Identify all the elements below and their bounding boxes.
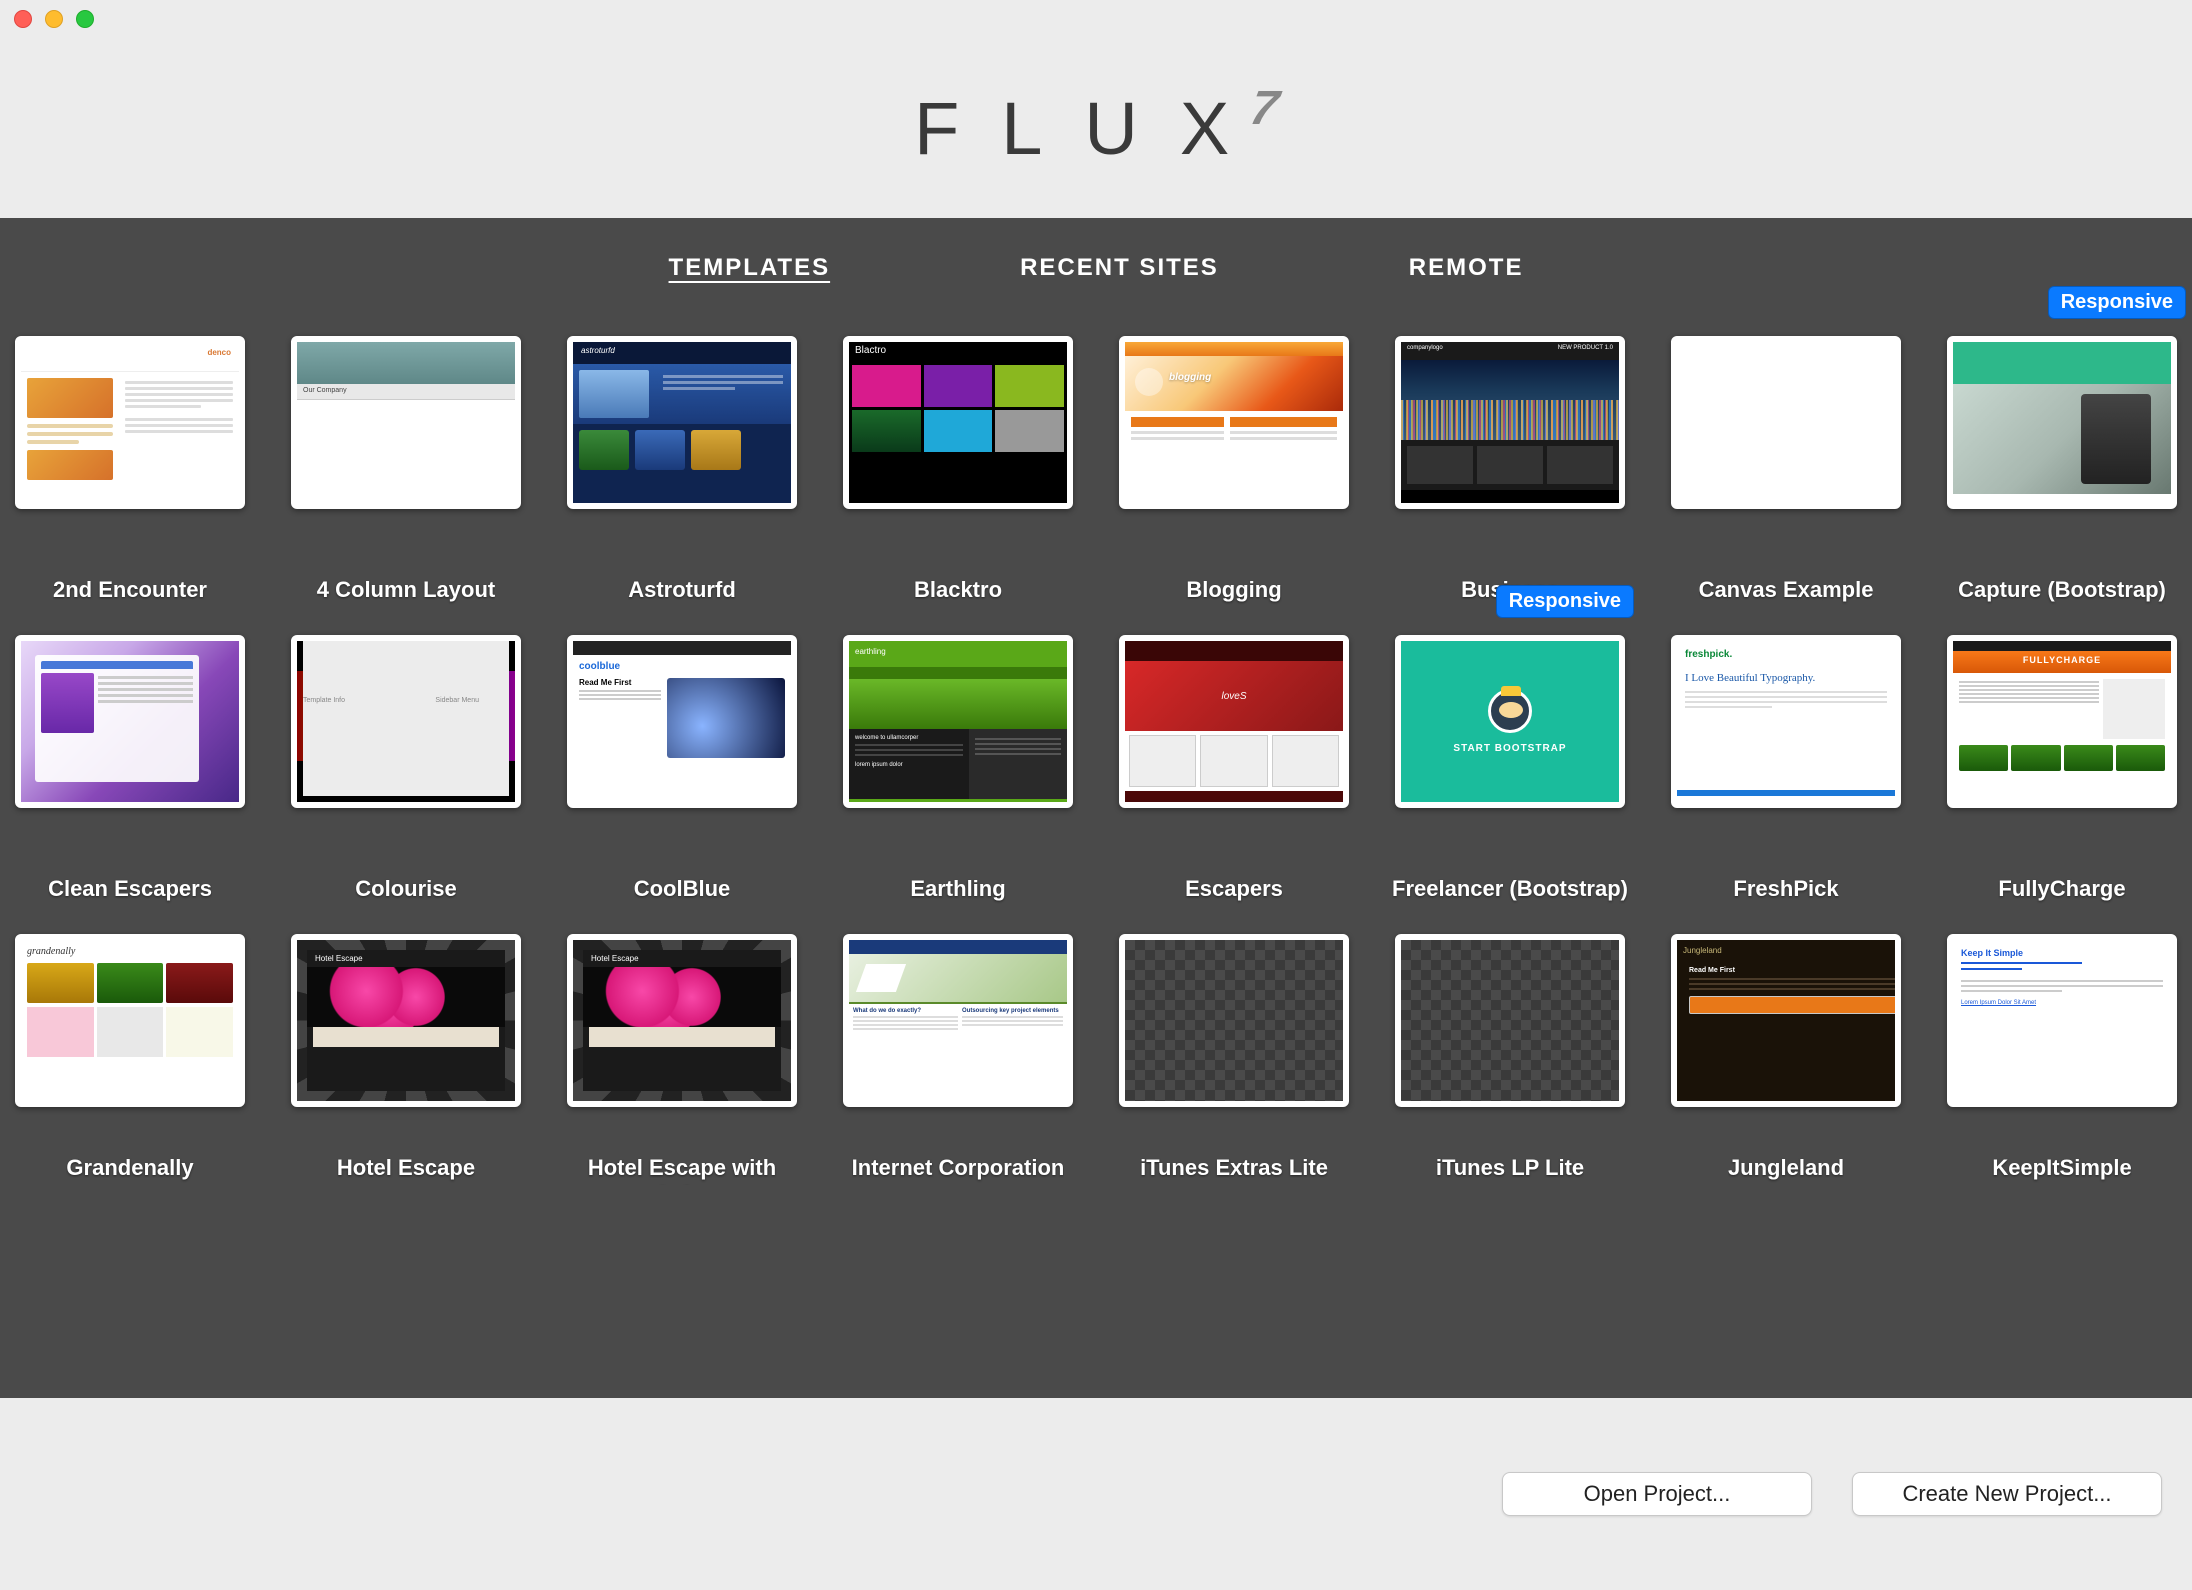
template-thumbnail [1395,934,1625,1107]
template-thumbnail: blogging [1119,336,1349,509]
template-clean-escapers[interactable]: Clean Escapers [6,635,254,906]
template-thumbnail: loveS [1119,635,1349,808]
template-jungleland[interactable]: Jungleland Read Me First Jungleland [1662,934,1910,1185]
template-hotel-escape-anim[interactable]: Hotel Escape Hotel Escape with Anim [558,934,806,1185]
tab-bar: TEMPLATES RECENT SITES REMOTE [0,254,2192,286]
template-label: FreshPick [1733,876,1838,906]
template-label: KeepItSimple [1992,1155,2131,1185]
template-coolblue[interactable]: coolblue Read Me First CoolBlue [558,635,806,906]
template-thumbnail: Blactro [843,336,1073,509]
template-label: iTunes Extras Lite [1140,1155,1328,1185]
template-thumbnail: denco [15,336,245,509]
tab-templates[interactable]: TEMPLATES [669,254,831,286]
template-label: Grandenally [66,1155,193,1185]
template-label: CoolBlue [634,876,731,906]
template-thumbnail: coolblue Read Me First [567,635,797,808]
template-thumbnail: grandenally [15,934,245,1107]
template-label: Hotel Escape [337,1155,475,1185]
template-label: Escapers [1185,876,1283,906]
template-thumbnail [1119,934,1349,1107]
create-new-project-button[interactable]: Create New Project... [1852,1472,2162,1516]
app-header: FLUX 7 [0,38,2192,218]
template-business[interactable]: companylogoNEW PRODUCT 1.0 Business [1386,336,1634,607]
tab-recent-sites[interactable]: RECENT SITES [1020,254,1219,286]
template-earthling[interactable]: earthling welcome to ullamcorperlorem ip… [834,635,1082,906]
content-area: TEMPLATES RECENT SITES REMOTE denco 2nd … [0,218,2192,1398]
template-itunes-lp-lite[interactable]: iTunes LP Lite [1386,934,1634,1185]
template-thumbnail: earthling welcome to ullamcorperlorem ip… [843,635,1073,808]
template-colourise[interactable]: Colourise Template InfoSidebar Menu Colo… [282,635,530,906]
template-label: FullyCharge [1998,876,2125,906]
template-label: Colourise [355,876,456,906]
template-thumbnail: Jungleland Read Me First [1671,934,1901,1107]
template-freshpick[interactable]: freshpick. I Love Beautiful Typography. … [1662,635,1910,906]
template-label: Internet Corporation [852,1155,1065,1185]
template-label: Jungleland [1728,1155,1844,1185]
open-project-button[interactable]: Open Project... [1502,1472,1812,1516]
template-blacktro[interactable]: Blactro Blacktro [834,336,1082,607]
template-label: Astroturfd [628,577,736,607]
template-fullycharge[interactable]: FULLYCHARGE FullyCharge [1938,635,2186,906]
template-label: Canvas Example [1699,577,1874,607]
template-blogging[interactable]: blogging Blogging [1110,336,1358,607]
window-titlebar [0,0,2192,38]
template-label: 4 Column Layout [317,577,495,607]
app-logo: FLUX 7 [914,86,1278,171]
template-4-column-layout[interactable]: Our Company 4 Column Layout [282,336,530,607]
template-grid: denco 2nd Encounter Our Company 4 Column… [0,336,2192,1185]
template-label: Clean Escapers [48,876,212,906]
template-thumbnail: What do we do exactly? Outsourcing key p… [843,934,1073,1107]
template-capture-bootstrap[interactable]: Responsive Capture (Bootstrap) [1938,336,2186,607]
template-thumbnail: FULLYCHARGE [1947,635,2177,808]
minimize-window-button[interactable] [45,10,63,28]
template-thumbnail: freshpick. I Love Beautiful Typography. [1671,635,1901,808]
template-grandenally[interactable]: grandenally Grandenally [6,934,254,1185]
template-label: Hotel Escape with Anim [558,1155,806,1185]
template-thumbnail: START BOOTSTRAP [1395,635,1625,808]
template-thumbnail: Colourise Template InfoSidebar Menu [291,635,521,808]
template-label: Earthling [910,876,1005,906]
template-thumbnail: companylogoNEW PRODUCT 1.0 [1395,336,1625,509]
template-escapers[interactable]: loveS Escapers [1110,635,1358,906]
template-label: Blacktro [914,577,1002,607]
template-label: Capture (Bootstrap) [1958,577,2166,607]
template-thumbnail: Keep It Simple Lorem Ipsum Dolor Sit Ame… [1947,934,2177,1107]
template-astroturfd[interactable]: astroturfd Astroturfd [558,336,806,607]
template-canvas-example[interactable]: Canvas Example [1662,336,1910,607]
template-itunes-extras-lite[interactable]: iTunes Extras Lite [1110,934,1358,1185]
responsive-badge: Responsive [2048,286,2186,319]
template-label: 2nd Encounter [53,577,207,607]
template-label: Blogging [1186,577,1281,607]
template-thumbnail: astroturfd [567,336,797,509]
footer-bar: Open Project... Create New Project... [0,1398,2192,1590]
responsive-badge: Responsive [1496,585,1634,618]
close-window-button[interactable] [14,10,32,28]
template-thumbnail [1947,336,2177,509]
template-freelancer-bootstrap[interactable]: Responsive START BOOTSTRAP Freelancer (B… [1386,635,1634,906]
maximize-window-button[interactable] [76,10,94,28]
template-hotel-escape[interactable]: Hotel Escape Hotel Escape [282,934,530,1185]
template-label: Freelancer (Bootstrap) [1392,876,1628,906]
template-2nd-encounter[interactable]: denco 2nd Encounter [6,336,254,607]
template-internet-corporation[interactable]: What do we do exactly? Outsourcing key p… [834,934,1082,1185]
template-thumbnail: Hotel Escape [291,934,521,1107]
template-thumbnail [1671,336,1901,509]
template-thumbnail: Hotel Escape [567,934,797,1107]
template-keepitsimple[interactable]: Keep It Simple Lorem Ipsum Dolor Sit Ame… [1938,934,2186,1185]
template-thumbnail [15,635,245,808]
template-label: iTunes LP Lite [1436,1155,1584,1185]
tab-remote[interactable]: REMOTE [1409,254,1524,286]
template-thumbnail: Our Company [291,336,521,509]
logo-text: FLUX [914,86,1271,171]
